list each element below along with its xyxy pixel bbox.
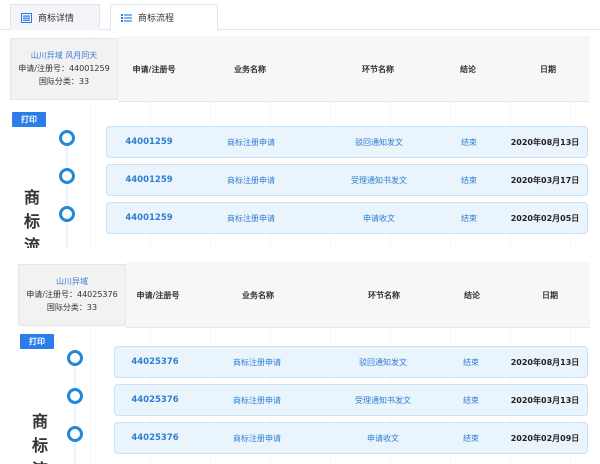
timeline-node <box>67 388 83 404</box>
international-class: 国际分类：33 <box>38 77 90 86</box>
trademark-info-box: 山川异域 风月同天 申请/注册号：44001259 国际分类：33 <box>10 38 118 100</box>
trademark-info-box: 山川异域 申请/注册号：44025376 国际分类：33 <box>18 264 126 326</box>
registration-number: 申请/注册号：44001259 <box>18 64 110 73</box>
table-row[interactable]: 44001259 商标注册申请 申请收文 结束 2020年02月05日 <box>106 202 588 234</box>
print-button[interactable]: 打印 <box>20 334 54 349</box>
tab-trademark-process[interactable]: 商标流程 <box>110 4 218 31</box>
registration-number-link[interactable]: 44001259 <box>119 203 179 233</box>
side-title: 商 标 流 <box>22 186 42 248</box>
side-title: 商 标 流 <box>30 410 50 464</box>
timeline-node <box>59 168 75 184</box>
column-header: 申请/注册号 <box>132 64 176 74</box>
step-name-link[interactable]: 驳回通知发文 <box>343 347 423 377</box>
international-class: 国际分类：33 <box>46 303 98 312</box>
business-name-link[interactable]: 商标注册申请 <box>209 127 293 157</box>
side-title-char: 商 <box>23 188 40 207</box>
registration-number-link[interactable]: 44025376 <box>125 385 185 415</box>
timeline-line <box>74 350 76 464</box>
trademark-process-section: 山川异域 风月同天 申请/注册号：44001259 国际分类：33 申请/注册号… <box>0 36 600 248</box>
timeline-node <box>67 350 83 366</box>
result-link[interactable]: 结束 <box>449 203 489 233</box>
column-header: 日期 <box>540 64 556 74</box>
result-link[interactable]: 结束 <box>451 347 491 377</box>
print-button[interactable]: 打印 <box>12 112 46 127</box>
date-value: 2020年02月09日 <box>510 433 580 443</box>
date-value: 2020年08月13日 <box>510 357 580 367</box>
registration-number-link[interactable]: 44001259 <box>119 127 179 157</box>
result-link[interactable]: 结束 <box>449 127 489 157</box>
result-link[interactable]: 结束 <box>449 165 489 195</box>
column-header: 结论 <box>460 64 476 74</box>
side-title-char: 标 <box>23 212 40 231</box>
step-name-link[interactable]: 受理通知书发文 <box>339 165 419 195</box>
registration-number-link[interactable]: 44025376 <box>125 347 185 377</box>
side-title-char: 流 <box>30 458 50 464</box>
trademark-name[interactable]: 山川异域 <box>19 275 125 288</box>
table-header: 申请/注册号 业务名称 环节名称 结论 日期 <box>118 36 590 102</box>
trademark-name[interactable]: 山川异域 风月同天 <box>11 49 117 62</box>
business-name-link[interactable]: 商标注册申请 <box>209 165 293 195</box>
column-header: 环节名称 <box>362 64 394 74</box>
side-title-char: 流 <box>23 236 40 248</box>
table-row[interactable]: 44025376 商标注册申请 受理通知书发文 结束 2020年03月13日 <box>114 384 588 416</box>
business-name-link[interactable]: 商标注册申请 <box>215 423 299 453</box>
tab-trademark-details[interactable]: 商标详情 <box>10 4 100 30</box>
business-name-link[interactable]: 商标注册申请 <box>215 385 299 415</box>
list-icon <box>21 12 32 23</box>
column-header: 申请/注册号 <box>136 290 180 300</box>
table-row[interactable]: 44001259 商标注册申请 受理通知书发文 结束 2020年03月17日 <box>106 164 588 196</box>
registration-number: 申请/注册号：44025376 <box>26 290 118 299</box>
trademark-process-section: 山川异域 申请/注册号：44025376 国际分类：33 申请/注册号 业务名称… <box>0 262 600 464</box>
timeline-line <box>66 128 68 248</box>
date-value: 2020年03月13日 <box>510 395 580 405</box>
business-name-link[interactable]: 商标注册申请 <box>209 203 293 233</box>
date-value: 2020年08月13日 <box>510 137 580 147</box>
table-row[interactable]: 44001259 商标注册申请 驳回通知发文 结束 2020年08月13日 <box>106 126 588 158</box>
result-link[interactable]: 结束 <box>451 385 491 415</box>
date-value: 2020年03月17日 <box>510 175 580 185</box>
step-name-link[interactable]: 申请收文 <box>339 203 419 233</box>
result-link[interactable]: 结束 <box>451 423 491 453</box>
step-name-link[interactable]: 申请收文 <box>343 423 423 453</box>
date-value: 2020年02月05日 <box>510 213 580 223</box>
column-header: 日期 <box>542 290 558 300</box>
timeline-node <box>67 426 83 442</box>
timeline-node <box>59 130 75 146</box>
step-name-link[interactable]: 驳回通知发文 <box>339 127 419 157</box>
step-name-link[interactable]: 受理通知书发文 <box>343 385 423 415</box>
business-name-link[interactable]: 商标注册申请 <box>215 347 299 377</box>
table-header: 申请/注册号 业务名称 环节名称 结论 日期 <box>126 262 590 328</box>
column-header: 业务名称 <box>242 290 274 300</box>
side-title-char: 标 <box>31 436 48 455</box>
tab-bar: 商标详情 商标流程 <box>0 0 600 31</box>
table-row[interactable]: 44025376 商标注册申请 申请收文 结束 2020年02月09日 <box>114 422 588 454</box>
table-row[interactable]: 44025376 商标注册申请 驳回通知发文 结束 2020年08月13日 <box>114 346 588 378</box>
tab-label: 商标流程 <box>138 14 175 24</box>
registration-number-link[interactable]: 44001259 <box>119 165 179 195</box>
tab-label: 商标详情 <box>38 14 75 24</box>
flow-list-icon <box>121 13 132 23</box>
column-header: 结论 <box>464 290 480 300</box>
timeline-node <box>59 206 75 222</box>
registration-number-link[interactable]: 44025376 <box>125 423 185 453</box>
column-header: 业务名称 <box>234 64 266 74</box>
side-title-char: 商 <box>31 412 48 431</box>
column-header: 环节名称 <box>368 290 400 300</box>
